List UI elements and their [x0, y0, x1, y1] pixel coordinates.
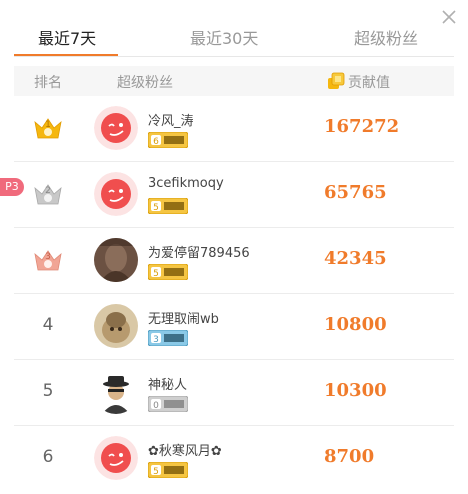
- contribution-value: 10300: [324, 380, 387, 401]
- contribution-value: 167272: [324, 116, 400, 137]
- fan-list: 1 冷风_涛 6 167272 2 3cefikmoqy 5 65765 3 为…: [14, 96, 454, 491]
- fan-name[interactable]: 冷风_涛: [148, 110, 194, 129]
- header-rank: 排名: [34, 75, 62, 91]
- tab-bar: 最近7天 最近30天 超级粉丝: [14, 20, 454, 57]
- wealth-badge-icon: 0: [148, 396, 188, 412]
- active-tab-indicator: [14, 54, 118, 56]
- svg-text:5: 5: [153, 203, 159, 213]
- fan-name[interactable]: 3cefikmoqy: [148, 176, 224, 191]
- mystery-man-icon: [94, 370, 138, 414]
- contribution-value: 8700: [324, 446, 375, 467]
- weibo-logo-icon: [94, 106, 138, 150]
- coin-stack-icon: [328, 72, 345, 89]
- fan-name[interactable]: ✿秋寒风月✿: [148, 440, 222, 459]
- fan-name[interactable]: 为爱停留789456: [148, 242, 250, 261]
- avatar[interactable]: [94, 172, 138, 216]
- svg-text:5: 5: [153, 269, 159, 279]
- svg-text:3: 3: [153, 335, 159, 345]
- avatar[interactable]: [94, 106, 138, 150]
- rank-number: 2: [45, 186, 51, 196]
- fan-name[interactable]: 无理取闹wb: [148, 308, 219, 327]
- avatar[interactable]: [94, 304, 138, 348]
- contribution-value: 10800: [324, 314, 387, 335]
- contribution-value: 65765: [324, 182, 387, 203]
- wealth-badge-icon: 6: [148, 132, 188, 148]
- user-photo-icon: [94, 304, 138, 348]
- tab-7days[interactable]: 最近7天: [38, 25, 96, 49]
- user-photo-icon: [94, 238, 138, 282]
- table-row[interactable]: 1 冷风_涛 6 167272: [14, 96, 454, 162]
- contribution-value: 42345: [324, 248, 387, 269]
- table-row[interactable]: 4 无理取闹wb 3 10800: [14, 294, 454, 360]
- rank-number: 6: [42, 447, 54, 467]
- tab-super-fans[interactable]: 超级粉丝: [354, 25, 418, 49]
- wealth-badge-icon: 5: [148, 462, 188, 478]
- fan-name[interactable]: 神秘人: [148, 374, 187, 393]
- rank-number: 1: [45, 120, 51, 130]
- header-contribution: 贡献值: [348, 75, 390, 91]
- table-header: 排名 超级粉丝 贡献值: [14, 66, 454, 96]
- wealth-badge-icon: 5: [148, 264, 188, 280]
- table-row[interactable]: 3 为爱停留789456 5 42345: [14, 228, 454, 294]
- wealth-badge-icon: 5: [148, 198, 188, 214]
- avatar[interactable]: [94, 370, 138, 414]
- avatar[interactable]: [94, 436, 138, 480]
- svg-text:0: 0: [153, 401, 159, 411]
- wealth-badge-icon: 3: [148, 330, 188, 346]
- weibo-logo-icon: [94, 436, 138, 480]
- rank-number: 4: [42, 315, 54, 335]
- header-fan: 超级粉丝: [117, 75, 173, 91]
- avatar[interactable]: [94, 238, 138, 282]
- svg-text:5: 5: [153, 467, 159, 477]
- table-row[interactable]: 2 3cefikmoqy 5 65765: [14, 162, 454, 228]
- rank-number: 5: [42, 381, 54, 401]
- tab-30days[interactable]: 最近30天: [190, 25, 258, 49]
- table-row[interactable]: 6 ✿秋寒风月✿ 5 8700: [14, 426, 454, 491]
- table-row[interactable]: 5 神秘人 0 10300: [14, 360, 454, 426]
- weibo-logo-icon: [94, 172, 138, 216]
- rank-number: 3: [45, 252, 51, 262]
- svg-text:6: 6: [153, 137, 159, 147]
